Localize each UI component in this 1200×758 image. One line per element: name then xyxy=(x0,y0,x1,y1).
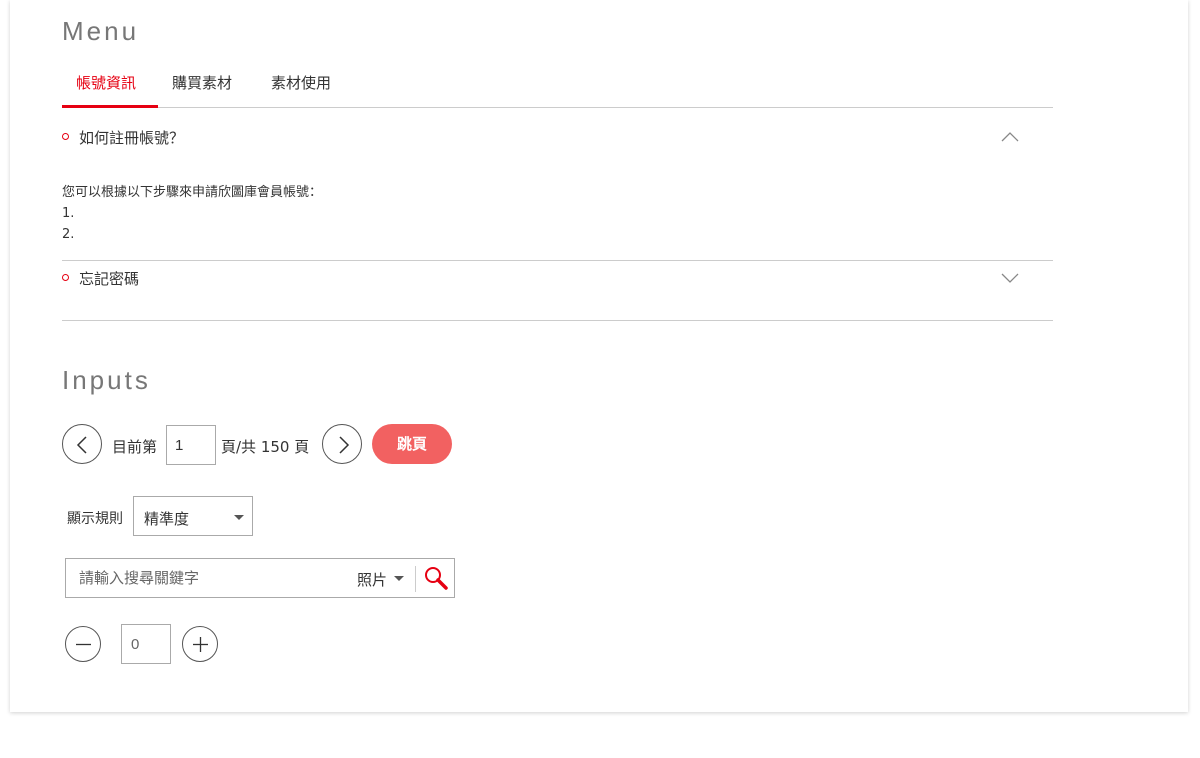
minus-icon xyxy=(76,643,91,646)
increment-button[interactable] xyxy=(182,626,218,662)
chevron-up-icon xyxy=(1001,132,1019,142)
sort-selected-value: 精準度 xyxy=(144,510,190,528)
chevron-left-icon xyxy=(76,436,87,454)
accordion-question: 如何註冊帳號？ xyxy=(79,129,185,147)
tab-account-info[interactable]: 帳號資訊 xyxy=(76,72,136,93)
caret-down-icon xyxy=(394,576,404,581)
chevron-right-icon xyxy=(339,436,350,454)
next-page-button[interactable] xyxy=(322,424,362,464)
bullet-icon xyxy=(62,133,69,140)
menu-tabs: 帳號資訊 購買素材 素材使用 xyxy=(62,62,1053,108)
page-number-input[interactable] xyxy=(166,425,216,465)
quantity-input[interactable] xyxy=(121,624,171,664)
tab-material-usage[interactable]: 素材使用 xyxy=(271,72,331,93)
page-total-text: 頁/共 150 頁 xyxy=(221,438,310,456)
chevron-down-icon xyxy=(1001,273,1019,283)
active-tab-indicator xyxy=(62,105,158,108)
divider xyxy=(62,260,1053,261)
tab-purchase-material[interactable]: 購買素材 xyxy=(172,72,232,93)
decrement-button[interactable] xyxy=(65,626,101,662)
search-icon xyxy=(425,567,448,590)
plus-icon xyxy=(193,637,208,652)
menu-section-title: Menu xyxy=(62,16,140,46)
accordion-item-forgot-password[interactable]: 忘記密碼 xyxy=(62,265,1053,315)
search-bar: 照片 xyxy=(65,558,455,598)
sort-select[interactable]: 精準度 xyxy=(133,496,253,536)
sort-label: 顯示規則 xyxy=(67,511,123,527)
search-input[interactable] xyxy=(67,560,337,596)
search-divider xyxy=(415,566,416,592)
page-prefix-text: 目前第 xyxy=(112,438,158,456)
search-type-value: 照片 xyxy=(357,571,388,589)
prev-page-button[interactable] xyxy=(62,424,102,464)
search-type-select[interactable]: 照片 xyxy=(356,567,414,591)
answer-line: 您可以根據以下步驟來申請欣圖庫會員帳號： xyxy=(62,185,323,200)
accordion-item-register[interactable]: 如何註冊帳號？ xyxy=(62,112,1053,162)
divider xyxy=(62,320,1053,321)
answer-step: 2. xyxy=(62,227,75,242)
jump-page-button[interactable]: 跳頁 xyxy=(372,424,452,464)
search-button[interactable] xyxy=(422,564,450,592)
content-card: Menu 帳號資訊 購買素材 素材使用 如何註冊帳號？ 您可以根據以下步驟來申請… xyxy=(10,0,1188,712)
caret-down-icon xyxy=(234,515,244,520)
answer-step: 1. xyxy=(62,206,75,221)
inputs-section-title: Inputs xyxy=(62,365,151,395)
accordion-answer: 您可以根據以下步驟來申請欣圖庫會員帳號： 1. 2. xyxy=(62,182,322,245)
bullet-icon xyxy=(62,274,69,281)
accordion-question: 忘記密碼 xyxy=(79,270,140,288)
